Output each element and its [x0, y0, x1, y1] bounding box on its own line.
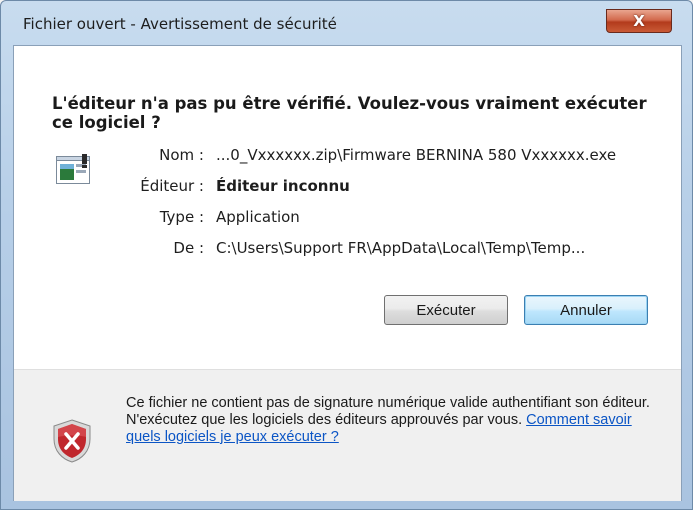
detail-row-from: De : C:\Users\Support FR\AppData\Local\T…: [14, 239, 674, 259]
file-name-value: ...0_Vxxxxxx.zip\Firmware BERNINA 580 Vx…: [216, 146, 617, 164]
detail-row-type: Type : Application: [14, 208, 674, 228]
cancel-button[interactable]: Annuler: [524, 295, 648, 325]
run-button[interactable]: Exécuter: [384, 295, 508, 325]
warning-footer: Ce fichier ne contient pas de signature …: [14, 369, 681, 501]
title-bar[interactable]: Fichier ouvert - Avertissement de sécuri…: [1, 1, 693, 37]
window-title: Fichier ouvert - Avertissement de sécuri…: [23, 15, 337, 33]
warning-heading: L'éditeur n'a pas pu être vérifié. Voule…: [52, 94, 647, 132]
security-shield-icon: [53, 419, 91, 463]
footer-message: Ce fichier ne contient pas de signature …: [126, 395, 656, 446]
detail-label: Nom :: [159, 146, 204, 164]
publisher-value: Éditeur inconnu: [216, 177, 350, 195]
detail-label: Type :: [159, 208, 204, 226]
type-value: Application: [216, 208, 300, 226]
dialog-body: L'éditeur n'a pas pu être vérifié. Voule…: [13, 45, 682, 501]
source-path-value: C:\Users\Support FR\AppData\Local\Temp\T…: [216, 239, 586, 257]
detail-label: De :: [173, 239, 204, 257]
close-icon: X: [633, 12, 645, 30]
dialog-window: Fichier ouvert - Avertissement de sécuri…: [0, 0, 693, 510]
detail-row-publisher: Éditeur : Éditeur inconnu: [14, 177, 674, 197]
detail-label: Éditeur :: [140, 177, 204, 195]
close-button[interactable]: X: [606, 9, 672, 33]
detail-row-name: Nom : ...0_Vxxxxxx.zip\Firmware BERNINA …: [14, 146, 674, 166]
